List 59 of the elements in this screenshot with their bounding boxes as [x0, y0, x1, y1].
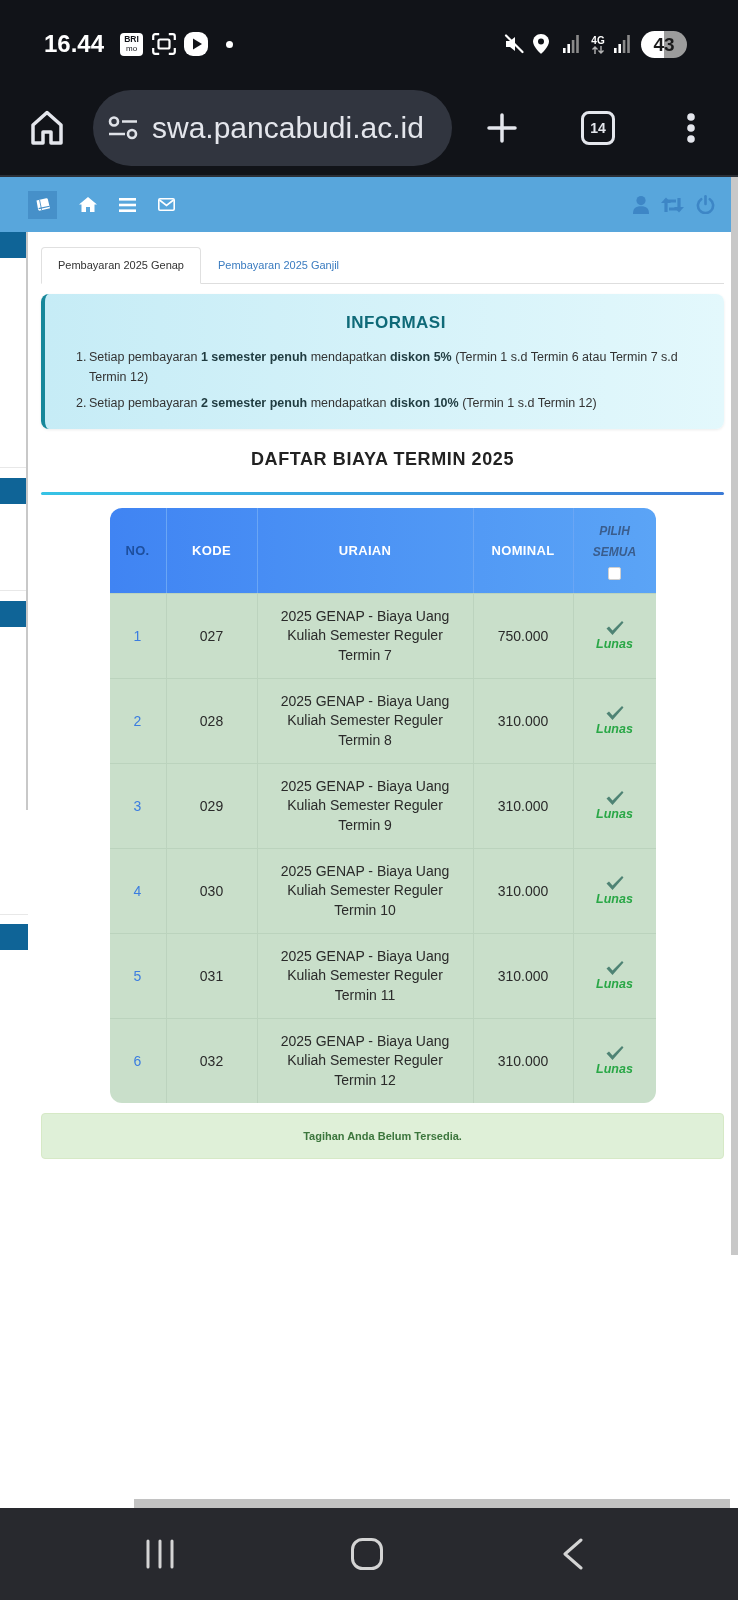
- table-cell: 032: [166, 1019, 258, 1103]
- column-header: URAIAN: [338, 541, 392, 560]
- column-header: NOMINAL: [491, 541, 555, 560]
- sidebar-marker: [0, 232, 26, 258]
- mute-icon: [504, 34, 524, 54]
- sidebar-marker: [0, 478, 26, 504]
- clock-time: 16.44: [44, 32, 105, 56]
- user-icon[interactable]: [633, 195, 649, 214]
- network-type-label: 4G: [591, 34, 605, 46]
- sidebar-marker: [0, 924, 28, 950]
- power-icon[interactable]: [696, 195, 715, 214]
- book-icon[interactable]: [28, 190, 57, 219]
- address-bar[interactable]: swa.pancabudi.ac.id: [93, 89, 452, 166]
- tab[interactable]: Pembayaran 2025 Ganjil: [201, 247, 357, 284]
- status-label: Lunas: [596, 1062, 633, 1077]
- data-arrows-icon: [591, 45, 605, 54]
- vertical-scrollbar[interactable]: [731, 177, 738, 1255]
- location-icon: [533, 34, 549, 54]
- horizontal-scrollbar[interactable]: [134, 1499, 730, 1508]
- play-icon: [184, 32, 209, 56]
- status-label: Lunas: [596, 807, 633, 822]
- info-title: INFORMASI: [345, 313, 447, 333]
- info-text: Setiap pembayaran 2 semester penuh mendapatkan diskon 10% (Termin 1 s.d Termin 12): [89, 395, 597, 412]
- url-text: swa.pancabudi.ac.id: [152, 112, 424, 143]
- table-cell: 6: [109, 1019, 167, 1103]
- alert-message: Tagihan Anda Belum Tersedia.: [41, 1113, 724, 1159]
- dot-icon: [226, 40, 234, 48]
- status-label: Lunas: [596, 977, 633, 992]
- section-heading: DAFTAR BIAYA TERMIN 2025: [249, 448, 516, 470]
- status-label: Lunas: [596, 892, 633, 907]
- back-icon[interactable]: [563, 1538, 583, 1570]
- info-text: Setiap pembayaran 1 semester penuh mendapatkan diskon 5% (Termin 1 s.d Termin 6 atau Termin 7 s.d Termin 12): [89, 349, 679, 386]
- tab-count-button[interactable]: 14: [581, 110, 615, 145]
- table-cell: 310.000: [473, 1019, 574, 1103]
- select-all-checkbox[interactable]: [608, 567, 621, 580]
- list-number: 2.: [76, 395, 88, 412]
- menu-icon[interactable]: [119, 197, 136, 212]
- sidebar-marker: [0, 601, 26, 627]
- mail-icon[interactable]: [158, 198, 175, 211]
- swap-arrows-icon[interactable]: [661, 196, 684, 213]
- status-label: Lunas: [596, 722, 633, 737]
- table-cell: 2025 GENAP - Biaya Uang Kuliah Semester Reguler Termin 12: [257, 1019, 474, 1103]
- signal-icon: [563, 35, 579, 53]
- recent-apps-icon[interactable]: [146, 1539, 174, 1569]
- battery-indicator: 43: [641, 30, 687, 58]
- tab[interactable]: Pembayaran 2025 Genap: [41, 247, 201, 284]
- app-logo: BRI mo: [120, 32, 144, 56]
- home-button-icon[interactable]: [351, 1538, 383, 1570]
- list-number: 1.: [76, 349, 88, 366]
- column-header: NO.: [125, 541, 150, 560]
- column-header: PILIH SEMUA: [591, 523, 638, 561]
- sliders-icon[interactable]: [108, 115, 138, 140]
- signal-icon: [614, 35, 630, 53]
- more-options-icon[interactable]: [687, 112, 695, 143]
- status-label: Lunas: [596, 637, 633, 652]
- plus-icon[interactable]: [487, 112, 517, 143]
- screenshot-icon: [152, 33, 177, 55]
- column-header: KODE: [192, 541, 231, 560]
- home-icon[interactable]: [31, 110, 63, 145]
